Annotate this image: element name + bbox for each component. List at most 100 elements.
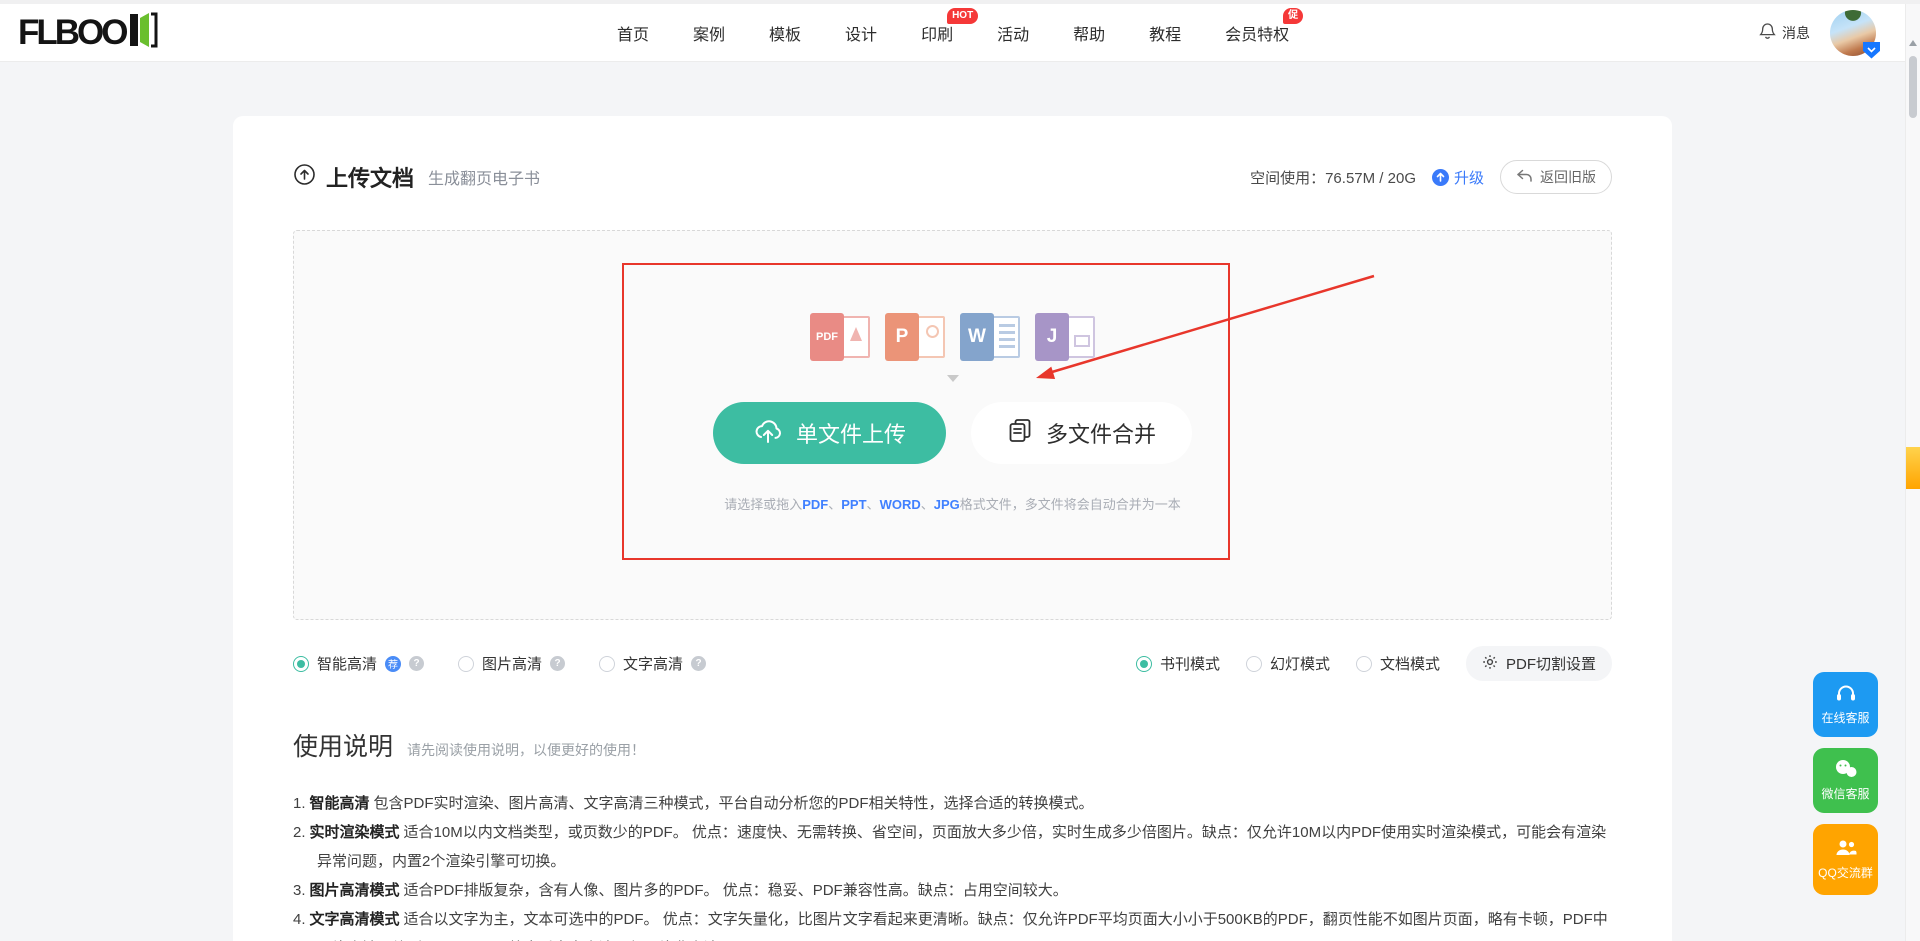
jpg-letter: J xyxy=(1035,313,1069,361)
help-icon[interactable] xyxy=(550,656,565,671)
header-right: 消息 xyxy=(1759,4,1876,61)
nav-item-help[interactable]: 帮助 xyxy=(1073,21,1105,45)
title-group: 上传文档 生成翻页电子书 xyxy=(293,161,540,193)
back-to-old-label: 返回旧版 xyxy=(1540,167,1596,187)
single-upload-label: 单文件上传 xyxy=(796,417,906,449)
hint-format-word: WORD xyxy=(880,497,921,512)
online-support-button[interactable]: 在线客服 xyxy=(1813,672,1878,737)
file-type-icons: PDF P W J xyxy=(810,313,1095,361)
word-letter: W xyxy=(960,313,994,361)
scrollbar-orange-marker xyxy=(1906,447,1920,489)
logo-text: FLBOO xyxy=(18,13,125,53)
radio-label: 文档模式 xyxy=(1380,653,1440,674)
hint-separator: 、 xyxy=(921,497,934,512)
radio-document-mode[interactable]: 文档模式 xyxy=(1356,653,1440,674)
item-lead: 图片高清模式 xyxy=(310,882,400,899)
nav-label: 案例 xyxy=(693,27,725,44)
headset-icon xyxy=(1835,683,1857,706)
wechat-icon xyxy=(1834,759,1858,782)
upload-buttons-row: 单文件上传 多文件合并 xyxy=(713,402,1192,464)
messages-button[interactable]: 消息 xyxy=(1759,22,1810,43)
item-text: 适合PDF排版复杂，含有人像、图片多的PDF。 优点：稳妥、PDF兼容性高。缺点… xyxy=(404,882,1068,899)
wechat-support-button[interactable]: 微信客服 xyxy=(1813,748,1878,813)
nav-item-cases[interactable]: 案例 xyxy=(693,21,725,45)
word-file-icon: W xyxy=(960,313,1020,361)
radio-circle xyxy=(1246,656,1262,672)
down-triangle-icon xyxy=(947,375,959,382)
instructions-subtitle: 请先阅读使用说明，以便更好的使用！ xyxy=(407,740,645,760)
page-scrollbar[interactable] xyxy=(1905,4,1920,941)
upgrade-arrow-icon xyxy=(1432,169,1449,186)
hint-format-jpg: JPG xyxy=(934,497,960,512)
cloud-upload-icon xyxy=(753,417,783,450)
format-hint: 请选择或拖入PDF、PPT、WORD、JPG格式文件，多文件将会自动合并为一本 xyxy=(724,494,1181,513)
nav-label: 会员特权 xyxy=(1225,27,1289,44)
item-number: 2. xyxy=(293,824,306,841)
nav-label: 印刷 xyxy=(921,27,953,44)
help-icon[interactable] xyxy=(691,656,706,671)
merge-files-button[interactable]: 多文件合并 xyxy=(971,402,1192,464)
head-right-group: 空间使用：76.57M / 20G 升级 返回旧版 xyxy=(1250,160,1612,194)
mode-options-group: 书刊模式 幻灯模式 文档模式 PDF切割设置 xyxy=(1136,646,1612,681)
pdf-split-settings-label: PDF切割设置 xyxy=(1506,653,1596,674)
pdf-letter: PDF xyxy=(810,313,844,361)
nav-item-print[interactable]: 印刷 HOT xyxy=(921,21,953,45)
pdf-file-icon: PDF xyxy=(810,313,870,361)
radio-label: 文字高清 xyxy=(623,653,683,674)
upload-cloud-icon xyxy=(293,163,316,191)
upgrade-link[interactable]: 升级 xyxy=(1432,167,1484,188)
instructions-title: 使用说明 xyxy=(293,727,393,763)
radio-circle-selected xyxy=(293,656,309,672)
radio-label: 智能高清 xyxy=(317,653,377,674)
nav-item-activities[interactable]: 活动 xyxy=(997,21,1029,45)
hint-suffix: 格式文件，多文件将会自动合并为一本 xyxy=(960,497,1181,512)
quality-options-group: 智能高清 荐 图片高清 文字高清 xyxy=(293,653,706,674)
space-usage-value: 76.57M / 20G xyxy=(1325,170,1416,187)
item-number: 1. xyxy=(293,795,306,812)
return-arrow-icon xyxy=(1516,169,1533,186)
instructions-list: 1.智能高清包含PDF实时渲染、图片高清、文字高清三种模式，平台自动分析您的PD… xyxy=(293,789,1612,941)
upgrade-label: 升级 xyxy=(1454,167,1484,188)
nav-label: 设计 xyxy=(845,27,877,44)
upload-card: 上传文档 生成翻页电子书 空间使用：76.57M / 20G 升级 xyxy=(233,116,1672,941)
radio-text-hd[interactable]: 文字高清 xyxy=(599,653,706,674)
hot-badge: HOT xyxy=(947,8,978,24)
instructions-section: 使用说明 请先阅读使用说明，以便更好的使用！ 1.智能高清包含PDF实时渲染、图… xyxy=(293,727,1612,941)
pdf-split-settings-button[interactable]: PDF切割设置 xyxy=(1466,646,1612,681)
item-number: 3. xyxy=(293,882,306,899)
jpg-file-icon: J xyxy=(1035,313,1095,361)
top-header: FLBOO 首页 案例 模板 设计 印刷 HOT 活动 帮助 教程 会员特权 促 xyxy=(0,4,1920,62)
item-lead: 实时渲染模式 xyxy=(310,824,400,841)
radio-image-hd[interactable]: 图片高清 xyxy=(458,653,565,674)
scrollbar-up-arrow[interactable] xyxy=(1909,40,1917,46)
radio-label: 图片高清 xyxy=(482,653,542,674)
user-avatar[interactable] xyxy=(1830,10,1876,56)
nav-item-tutorials[interactable]: 教程 xyxy=(1149,21,1181,45)
merge-files-label: 多文件合并 xyxy=(1046,417,1156,449)
main-nav: 首页 案例 模板 设计 印刷 HOT 活动 帮助 教程 会员特权 促 xyxy=(617,4,1289,61)
nav-item-templates[interactable]: 模板 xyxy=(769,21,801,45)
vip-badge-icon xyxy=(1863,42,1880,59)
ppt-letter: P xyxy=(885,313,919,361)
flbook-logo[interactable]: FLBOO xyxy=(18,12,158,53)
recommended-badge: 荐 xyxy=(385,656,401,672)
radio-label: 书刊模式 xyxy=(1160,653,1220,674)
hint-separator: 、 xyxy=(828,497,841,512)
space-usage: 空间使用：76.57M / 20G xyxy=(1250,167,1416,188)
nav-item-membership[interactable]: 会员特权 促 xyxy=(1225,21,1289,45)
qq-group-button[interactable]: QQ交流群 xyxy=(1813,824,1878,895)
radio-book-mode[interactable]: 书刊模式 xyxy=(1136,653,1220,674)
file-dropzone[interactable]: PDF P W J xyxy=(293,230,1612,620)
radio-slide-mode[interactable]: 幻灯模式 xyxy=(1246,653,1330,674)
single-upload-button[interactable]: 单文件上传 xyxy=(713,402,946,464)
nav-item-home[interactable]: 首页 xyxy=(617,21,649,45)
qq-group-label: QQ交流群 xyxy=(1818,864,1873,881)
page-subtitle: 生成翻页电子书 xyxy=(428,165,540,189)
help-icon[interactable] xyxy=(409,656,424,671)
nav-item-design[interactable]: 设计 xyxy=(845,21,877,45)
scrollbar-thumb[interactable] xyxy=(1909,56,1917,118)
messages-label: 消息 xyxy=(1782,23,1810,43)
floating-support-buttons: 在线客服 微信客服 QQ交流群 xyxy=(1813,672,1878,895)
radio-smart-hd[interactable]: 智能高清 荐 xyxy=(293,653,424,674)
back-to-old-button[interactable]: 返回旧版 xyxy=(1500,160,1612,194)
